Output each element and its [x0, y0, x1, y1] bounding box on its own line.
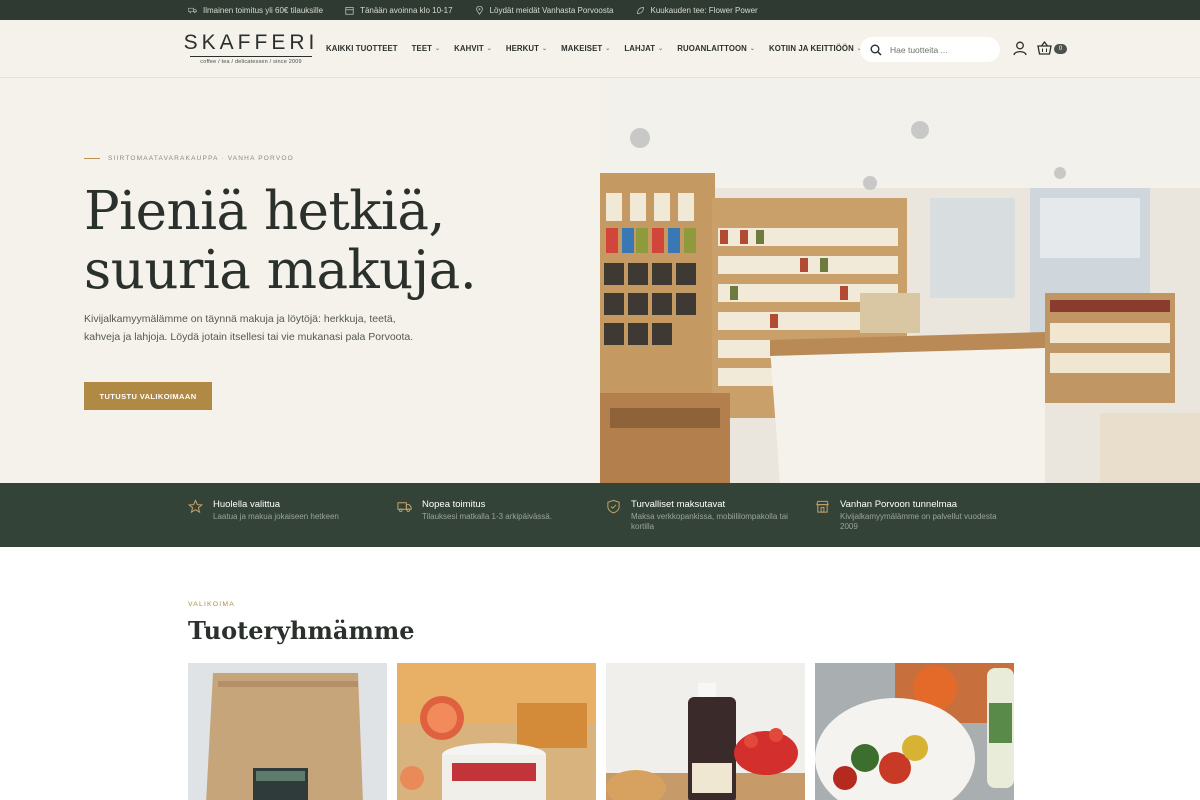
syrup-strawberries-image	[606, 663, 805, 800]
feature-description: Tilauksesi matkalla 1-3 arkipäivässä.	[422, 512, 552, 521]
nav-item-teas[interactable]: TEET ⌄	[412, 44, 440, 53]
announcement-shipping: Ilmainen toimitus yli 60€ tilauksille	[188, 6, 323, 15]
features-band: Huolella valittua Laatua ja makua jokais…	[0, 483, 1200, 547]
announcement-bar: Ilmainen toimitus yli 60€ tilauksille Tä…	[0, 0, 1200, 20]
eyebrow-dash	[84, 158, 100, 159]
nav-item-cooking[interactable]: RUOANLAITTOON ⌄	[677, 44, 755, 53]
category-card-cooking[interactable]	[815, 663, 1014, 800]
feature-description: Laatua ja makua jokaiseen hetkeen	[213, 512, 339, 521]
product-categories-section: VALIKOIMA Tuoteryhmämme	[0, 601, 1200, 800]
logo[interactable]: SKAFFERI coffee / tea / delicatessen / s…	[184, 32, 315, 65]
truck-icon	[188, 7, 197, 13]
leaf-icon	[636, 6, 644, 14]
feature-title: Vanhan Porvoon tunnelmaa	[840, 499, 958, 510]
hero-shop-photo	[600, 78, 1200, 483]
map-pin-icon	[475, 5, 483, 15]
waffles-tea-image	[397, 663, 596, 800]
cart-button[interactable]	[1037, 40, 1052, 60]
category-grid	[188, 663, 1200, 800]
category-card-coffee[interactable]	[188, 663, 387, 800]
hero-title: Pieniä hetkiä, suuria makuja.	[84, 181, 477, 301]
tomato-salad-image	[815, 663, 1014, 800]
hero-section: SIIRTOMAATAVARAKAUPPA · VANHA PORVOO Pie…	[0, 78, 1200, 483]
nav-item-gifts[interactable]: LAHJAT ⌄	[624, 44, 663, 53]
account-button[interactable]	[1013, 41, 1027, 61]
category-card-treats[interactable]	[397, 663, 596, 800]
feature-description: Maksa verkkopankissa, mobiililompakolla …	[631, 512, 788, 531]
feature-title: Turvalliset maksutavat	[631, 499, 726, 510]
explore-products-button[interactable]: TUTUSTU VALIKOIMAAN	[84, 382, 212, 410]
nav-item-treats[interactable]: HERKUT ⌄	[506, 44, 547, 53]
chevron-down-icon: ⌄	[486, 46, 492, 52]
feature-old-porvoo: Vanhan Porvoon tunnelmaa Kivijalkamyymäl…	[815, 499, 1024, 532]
announcement-tea: Kuukauden tee: Flower Power	[636, 6, 758, 15]
announcement-location: Löydät meidät Vanhasta Porvoosta	[475, 5, 614, 15]
user-icon	[1013, 41, 1027, 56]
feature-delivery: Nopea toimitus Tilauksesi matkalla 1-3 a…	[397, 499, 606, 522]
categories-eyebrow: VALIKOIMA	[188, 601, 235, 608]
feature-title: Nopea toimitus	[422, 499, 486, 510]
logo-wordmark: SKAFFERI	[183, 31, 319, 54]
logo-divider	[190, 56, 312, 57]
shop-interior-image	[600, 78, 1200, 483]
feature-description: Kivijalkamyymälämme on palvellut vuodest…	[840, 512, 997, 531]
chevron-down-icon: ⌄	[435, 46, 441, 52]
calendar-icon	[345, 6, 354, 15]
shield-check-icon	[607, 499, 620, 514]
storefront-icon	[816, 500, 829, 513]
chevron-down-icon: ⌄	[658, 46, 664, 52]
search-box[interactable]	[860, 37, 1000, 62]
nav-item-sweets[interactable]: MAKEISET ⌄	[561, 44, 610, 53]
category-card-syrups[interactable]	[606, 663, 805, 800]
categories-title: Tuoteryhmämme	[188, 616, 415, 645]
site-header: SKAFFERI coffee / tea / delicatessen / s…	[0, 20, 1200, 78]
chevron-down-icon: ⌄	[749, 46, 756, 52]
logo-tagline: coffee / tea / delicatessen / since 2009	[200, 59, 302, 65]
delivery-truck-icon	[397, 502, 412, 513]
main-nav: KAIKKI TUOTTEET TEET ⌄ KAHVIT ⌄ HERKUT ⌄ MA…	[326, 44, 876, 53]
cart-count-badge: 0	[1054, 44, 1067, 54]
feature-quality: Huolella valittua Laatua ja makua jokais…	[188, 499, 397, 522]
chevron-down-icon: ⌄	[542, 46, 548, 52]
hero-eyebrow: SIIRTOMAATAVARAKAUPPA · VANHA PORVOO	[84, 155, 294, 162]
chevron-down-icon: ⌄	[605, 46, 611, 52]
nav-item-all-products[interactable]: KAIKKI TUOTTEET	[326, 44, 398, 53]
feature-title: Huolella valittua	[213, 499, 281, 510]
star-icon	[188, 499, 203, 514]
nav-item-home-kitchen[interactable]: KOTIIN JA KEITTIÖÖN⌄	[769, 44, 862, 53]
coffee-bag-image	[188, 663, 387, 800]
basket-icon	[1037, 40, 1052, 55]
announcement-hours: Tänään avoinna klo 10-17	[345, 6, 453, 15]
nav-item-coffees[interactable]: KAHVIT ⌄	[454, 44, 492, 53]
hero-description: Kivijalkamyymälämme on täynnä makuja ja …	[84, 313, 414, 343]
feature-payments: Turvalliset maksutavat Maksa verkkopanki…	[606, 499, 815, 532]
search-input[interactable]	[890, 44, 980, 55]
hero-content: SIIRTOMAATAVARAKAUPPA · VANHA PORVOO Pie…	[0, 78, 600, 483]
search-icon	[870, 44, 882, 56]
